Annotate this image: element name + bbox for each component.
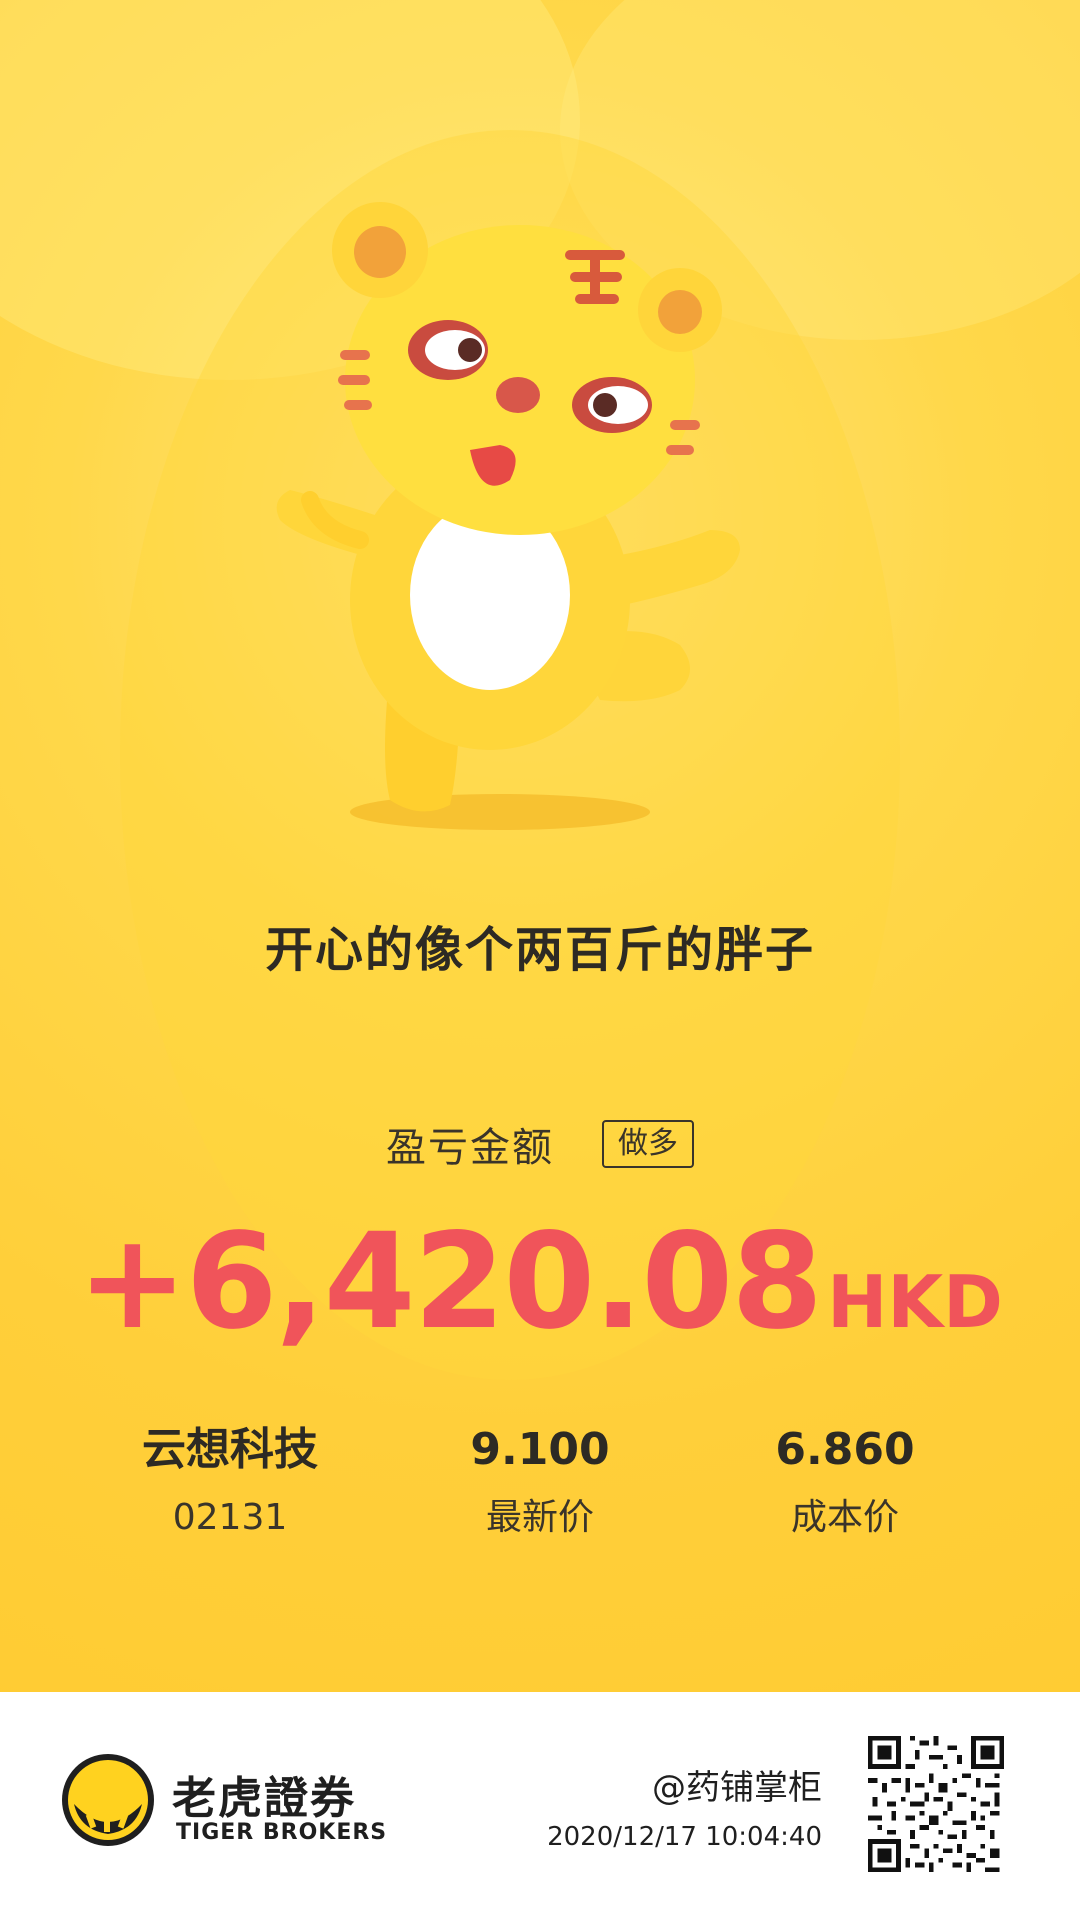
latest-price-stat: 9.100 最新价 (410, 1420, 670, 1542)
cost-price-label: 成本价 (790, 1497, 899, 1538)
pnl-label: 盈亏金额 (386, 1125, 554, 1171)
tiger-mascot-illustration (276, 202, 740, 830)
share-timestamp: 2020/12/17 10:04:40 (547, 1822, 822, 1852)
cost-price-value: 6.860 (775, 1424, 915, 1475)
pnl-amount-row: +6,420.08 HKD (0, 1205, 1080, 1359)
share-card-page: 开心的像个两百斤的胖子 盈亏金额 做多 +6,420.08 HKD 云想科技 0… (0, 0, 1080, 1920)
latest-price-value: 9.100 (470, 1424, 610, 1475)
brand-name-english: TIGER BROKERS (176, 1820, 388, 1845)
stock-name: 云想科技 (142, 1424, 318, 1475)
headline-text: 开心的像个两百斤的胖子 (264, 922, 815, 978)
tiger-brokers-logo-icon (62, 1754, 154, 1846)
qr-code-icon[interactable] (868, 1736, 1004, 1872)
stock-info: 云想科技 02131 (100, 1420, 360, 1542)
cost-price-stat: 6.860 成本价 (715, 1420, 975, 1542)
brand-name-chinese: 老虎證券 (172, 1773, 356, 1824)
pnl-share-card: 开心的像个两百斤的胖子 盈亏金额 做多 +6,420.08 HKD 云想科技 0… (0, 0, 1080, 1692)
position-direction-badge: 做多 (602, 1120, 694, 1168)
pnl-label-row: 盈亏金额 做多 (0, 1115, 1080, 1173)
stock-code: 02131 (172, 1497, 288, 1538)
latest-price-label: 最新价 (485, 1497, 594, 1538)
user-handle: @药铺掌柜 (652, 1768, 822, 1808)
stock-stats: 云想科技 02131 9.100 最新价 6.860 成本价 (0, 1420, 1080, 1580)
share-footer: 老虎證券 TIGER BROKERS @药铺掌柜 2020/12/17 10:0… (0, 1692, 1080, 1920)
pnl-amount: +6,420.08 (77, 1205, 823, 1359)
pnl-currency: HKD (827, 1260, 1003, 1344)
